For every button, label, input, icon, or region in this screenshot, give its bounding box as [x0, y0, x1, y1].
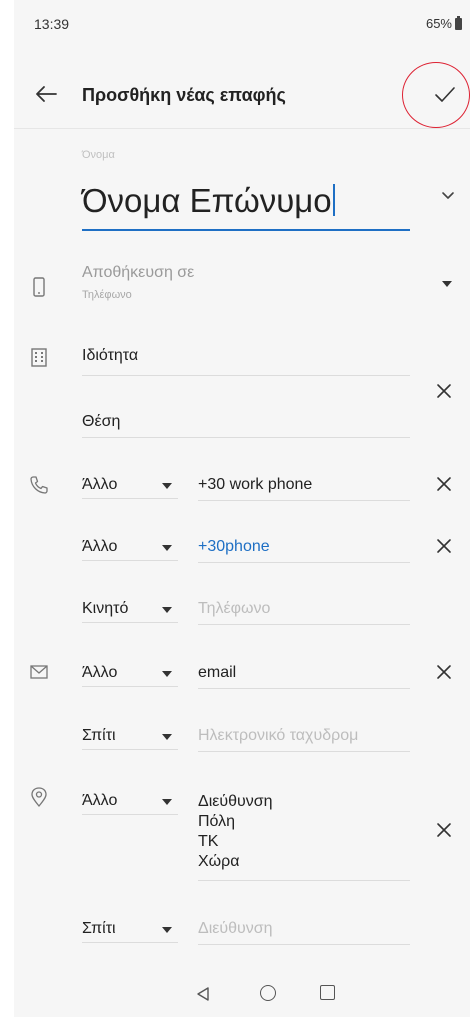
save-to-label: Αποθήκευση σε	[82, 264, 195, 281]
address-input-1[interactable]: Διεύθυνση Πόλη ΤΚ Χώρα	[198, 792, 273, 872]
close-icon[interactable]	[434, 820, 454, 840]
mail-icon	[30, 665, 48, 679]
job-title-field[interactable]: Θέση	[82, 413, 120, 431]
battery-percent: 65%	[425, 16, 452, 31]
address-line-country: Χώρα	[198, 853, 240, 870]
phone-icon	[30, 476, 48, 494]
nav-home-icon[interactable]	[260, 985, 276, 1001]
email-input-1[interactable]: email	[198, 664, 236, 682]
email-input-2[interactable]: Ηλεκτρονικό ταχυδρομ	[198, 727, 410, 745]
email-underline	[198, 751, 410, 752]
dropdown-arrow-icon	[162, 734, 172, 740]
phone-type-label: Κινητό	[82, 600, 129, 617]
phone-input-2[interactable]: +30phone	[198, 538, 270, 556]
phone-type-underline	[82, 498, 178, 499]
phone-underline	[198, 562, 410, 563]
phone-type-underline	[82, 560, 178, 561]
dropdown-arrow-icon	[162, 545, 172, 551]
email-type-label: Σπίτι	[82, 727, 116, 744]
close-icon[interactable]	[434, 536, 454, 556]
text-cursor	[332, 184, 335, 216]
nav-recents-icon[interactable]	[320, 985, 335, 1000]
arrow-left-icon[interactable]	[30, 78, 62, 110]
email-type-underline	[82, 686, 178, 687]
dropdown-arrow-icon	[442, 281, 452, 287]
header-divider	[14, 128, 470, 129]
page-title: Προσθήκη νέας επαφής	[82, 85, 286, 105]
nav-back-icon[interactable]	[194, 985, 212, 1003]
battery-indicator: 65%	[425, 15, 462, 31]
address-type-label: Άλλο	[82, 792, 118, 809]
name-input[interactable]: Όνομα Επώνυμο	[82, 182, 335, 220]
app-bar: Προσθήκη νέας επαφής	[14, 62, 470, 128]
phone-input-1[interactable]: +30 work phone	[198, 476, 312, 494]
company-underline	[82, 375, 410, 376]
address-line-city: Πόλη	[198, 813, 236, 830]
location-pin-icon	[31, 787, 47, 808]
phone-type-label: Άλλο	[82, 538, 118, 555]
company-field[interactable]: Ιδιότητα	[82, 347, 138, 365]
email-type-label: Άλλο	[82, 664, 118, 681]
address-underline	[198, 880, 410, 881]
battery-icon	[455, 15, 462, 30]
device-icon	[33, 277, 45, 297]
dropdown-arrow-icon	[162, 483, 172, 489]
phone-underline	[198, 624, 410, 625]
name-label: Όνομα	[82, 149, 115, 161]
contact-editor: 13:39 65% Προσθήκη νέας επαφής Όνομα Όνο…	[14, 0, 470, 1017]
dropdown-arrow-icon	[162, 607, 172, 613]
name-underline	[82, 229, 410, 231]
status-bar: 13:39 65%	[14, 0, 470, 48]
chevron-down-icon[interactable]	[440, 188, 456, 204]
building-icon	[31, 348, 47, 367]
name-value: Όνομα Επώνυμο	[82, 182, 332, 219]
system-nav-bar	[14, 968, 470, 1017]
dropdown-arrow-icon	[162, 799, 172, 805]
status-time: 13:39	[34, 16, 70, 32]
email-type-underline	[82, 749, 178, 750]
address-underline	[198, 944, 410, 945]
address-input-2[interactable]: Διεύθυνση	[198, 920, 273, 938]
save-to-account: Τηλέφωνο	[82, 289, 132, 301]
address-line-postcode: ΤΚ	[198, 833, 219, 850]
dropdown-arrow-icon	[162, 927, 172, 933]
phone-type-underline	[82, 622, 178, 623]
check-icon[interactable]	[432, 82, 458, 108]
address-type-underline	[82, 814, 178, 815]
address-type-label: Σπίτι	[82, 920, 116, 937]
close-icon[interactable]	[434, 662, 454, 682]
dropdown-arrow-icon	[162, 671, 172, 677]
phone-input-3[interactable]: Τηλέφωνο	[198, 600, 270, 618]
email-underline	[198, 688, 410, 689]
close-icon[interactable]	[434, 474, 454, 494]
phone-type-label: Άλλο	[82, 476, 118, 493]
address-type-underline	[82, 942, 178, 943]
close-icon[interactable]	[434, 381, 454, 401]
phone-underline	[198, 500, 410, 501]
address-line-street: Διεύθυνση	[198, 793, 273, 810]
job-title-underline	[82, 437, 410, 438]
